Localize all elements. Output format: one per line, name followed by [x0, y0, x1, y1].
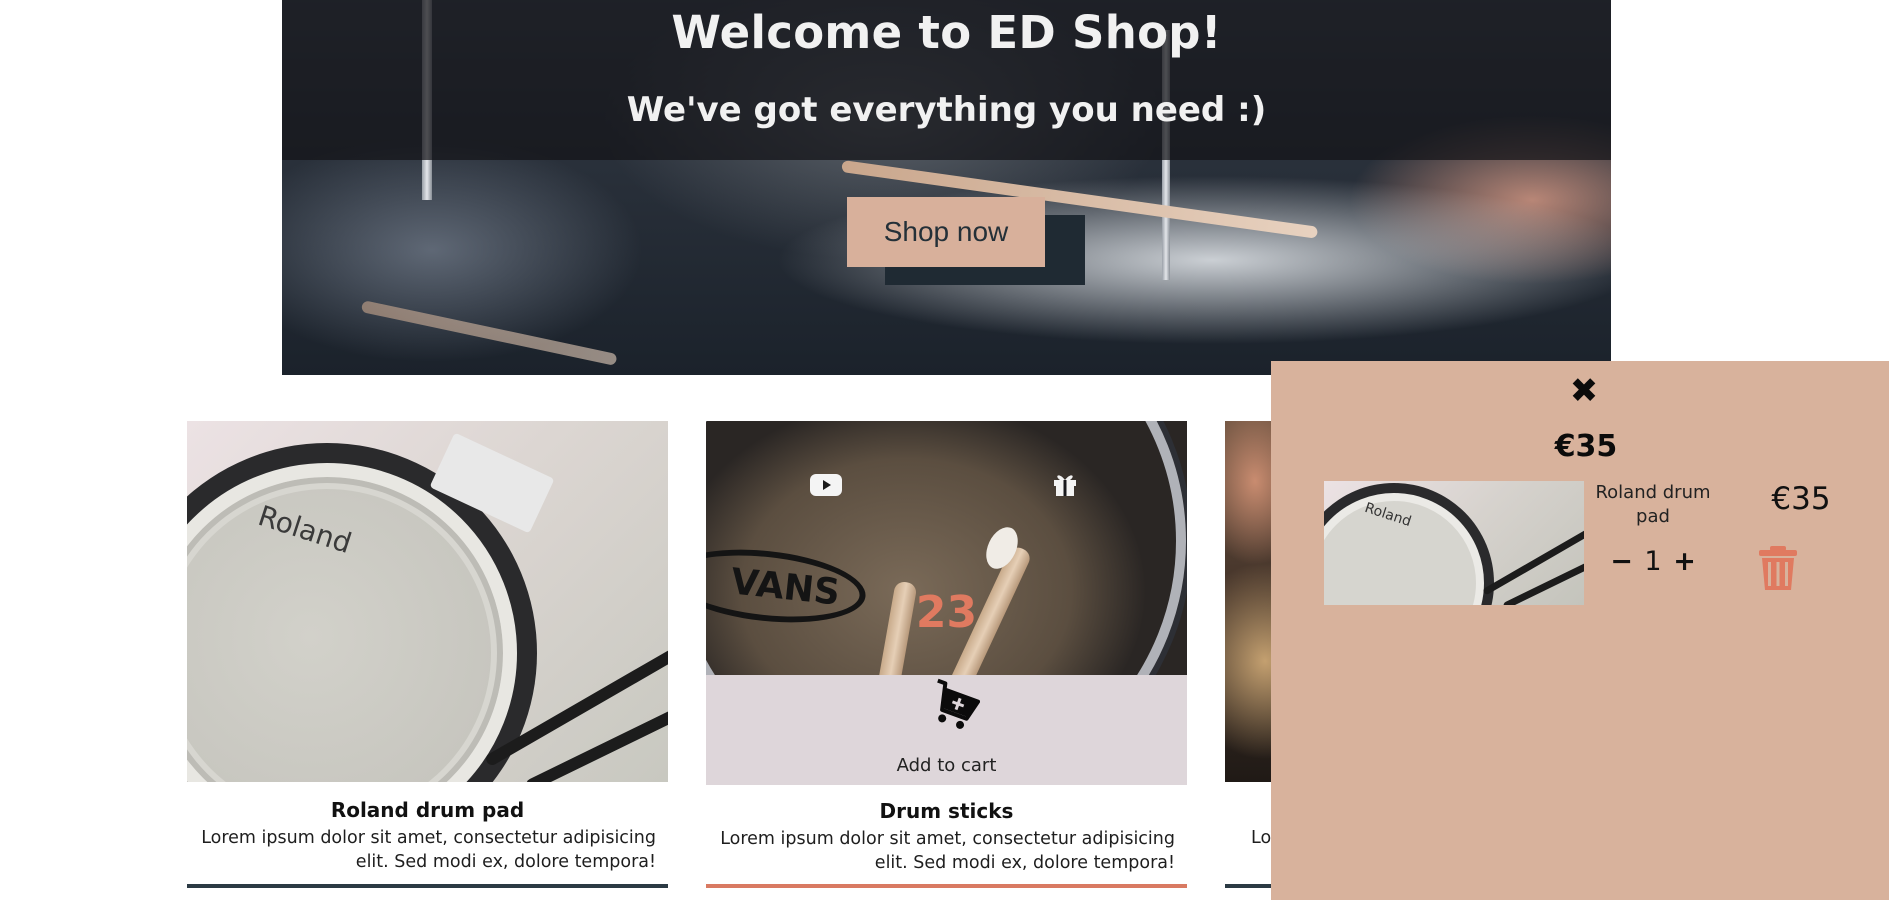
card-divider [187, 884, 668, 888]
quantity-value: 1 [1644, 546, 1662, 577]
thumb-drumstick [1482, 524, 1584, 596]
add-to-cart-icon [937, 678, 980, 729]
hero-subtitle: We've got everything you need :) [626, 90, 1267, 130]
product-image[interactable]: Roland [187, 421, 668, 782]
product-card-roland-drum-pad[interactable]: Roland Roland drum pad Lorem ipsum dolor… [187, 421, 668, 888]
add-to-cart-button[interactable]: Add to cart [706, 675, 1187, 785]
cart-total: €35 [1554, 429, 1618, 464]
cart-drawer: ✖ €35 Roland Roland drum pad − 1 + €35 [1271, 361, 1889, 900]
add-to-cart-label: Add to cart [896, 755, 997, 776]
card-divider [706, 884, 1187, 888]
trash-icon[interactable] [1756, 544, 1800, 592]
increment-button[interactable]: + [1670, 546, 1699, 577]
hero-title: Welcome to ED Shop! [671, 6, 1222, 59]
quantity-stepper: − 1 + [1587, 546, 1719, 577]
shop-now-button[interactable]: Shop now [847, 197, 1045, 267]
hero-drumstick [360, 300, 618, 366]
product-name: Roland drum pad [330, 798, 525, 822]
close-cart-button[interactable]: ✖ [1564, 371, 1604, 411]
youtube-icon[interactable] [810, 474, 842, 496]
cart-item-thumbnail: Roland [1324, 481, 1584, 605]
product-card-drum-sticks[interactable]: VANS 23 Add to cart Drum sticks Lorem ip… [706, 421, 1187, 888]
product-counter: 23 [915, 587, 978, 638]
decrement-button[interactable]: − [1607, 546, 1636, 577]
hero-banner: Welcome to ED Shop! We've got everything… [282, 0, 1611, 375]
product-image: VANS 23 [706, 421, 1187, 675]
gift-icon[interactable] [1051, 470, 1079, 498]
product-name: Drum sticks [879, 799, 1014, 823]
product-description: Lorem ipsum dolor sit amet, consectetur … [720, 829, 1175, 873]
product-description: Lorem ipsum dolor sit amet, consectetur … [201, 828, 656, 872]
cart-item-name: Roland drum pad [1595, 482, 1711, 527]
cart-item-price: €35 [1771, 481, 1831, 517]
